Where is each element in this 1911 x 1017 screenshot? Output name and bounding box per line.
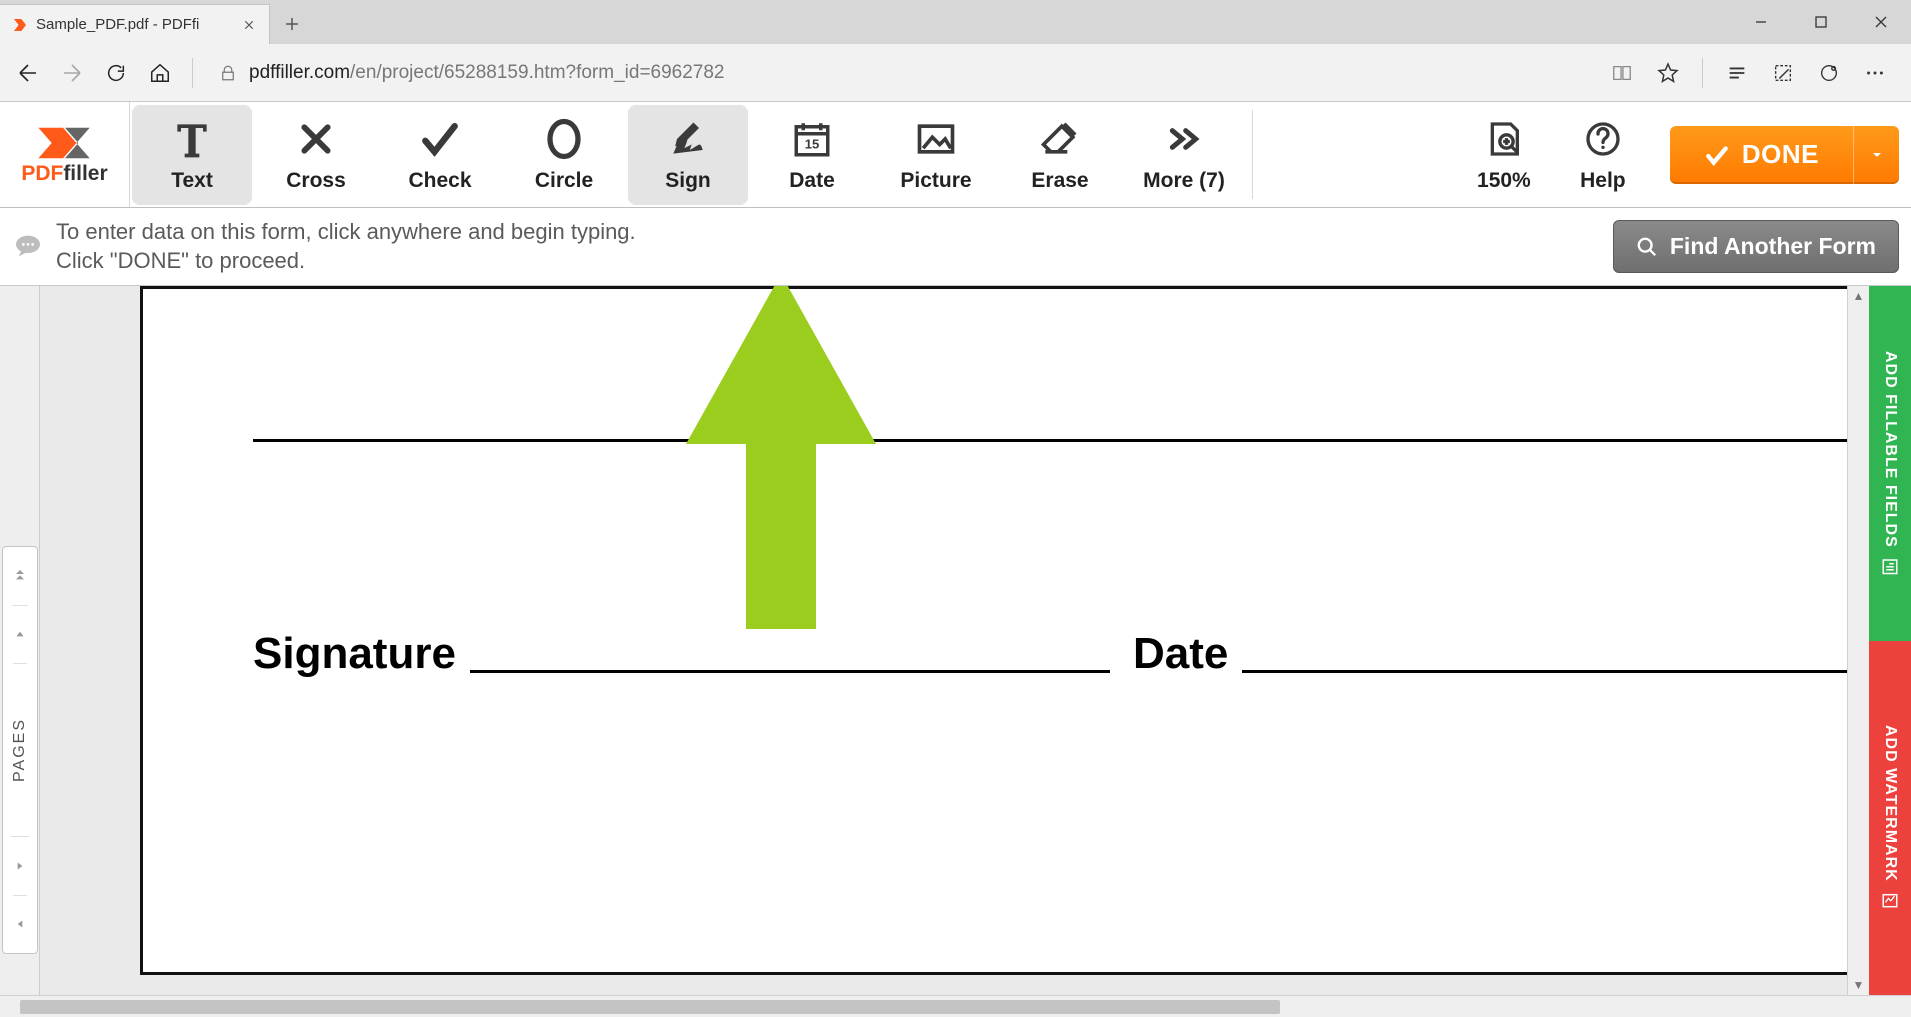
chat-bubble-icon: [0, 231, 56, 263]
tool-help[interactable]: Help: [1558, 105, 1648, 205]
logo-text: PDFfiller: [21, 162, 107, 186]
check-icon: [418, 117, 462, 161]
workspace: PAGES Signature: [0, 286, 1911, 995]
url-text: pdffiller.com/en/project/65288159.htm?fo…: [249, 62, 725, 84]
annotation-arrow: [686, 286, 876, 629]
nav-back-button[interactable]: [10, 55, 46, 91]
separator: [192, 58, 193, 88]
navbar-right: [1604, 55, 1901, 91]
nav-refresh-button[interactable]: [98, 55, 134, 91]
separator: [1702, 58, 1703, 88]
sign-icon: [666, 117, 710, 161]
scroll-up-icon[interactable]: ▲: [1848, 286, 1869, 306]
tool-erase[interactable]: Erase: [1000, 105, 1120, 205]
browser-window: Sample_PDF.pdf - PDFfi pdffiller.com/en/…: [0, 0, 1911, 1017]
help-icon: [1581, 117, 1625, 161]
pdffiller-app: PDFfiller Text Cross Check Circle: [0, 102, 1911, 1017]
tool-date[interactable]: 15 Date: [752, 105, 872, 205]
more-icon[interactable]: [1857, 55, 1893, 91]
browser-tab[interactable]: Sample_PDF.pdf - PDFfi: [0, 4, 270, 44]
nav-home-button[interactable]: [142, 55, 178, 91]
document-page[interactable]: Signature Date: [140, 286, 1847, 975]
svg-text:15: 15: [805, 136, 820, 151]
pages-rail: PAGES: [0, 286, 40, 995]
fillable-fields-icon: [1881, 558, 1899, 576]
tip-text: To enter data on this form, click anywhe…: [56, 208, 1601, 285]
signature-line[interactable]: [470, 670, 1110, 673]
tool-sign[interactable]: Sign: [628, 105, 748, 205]
date-label: Date: [1133, 629, 1228, 679]
cross-icon: [294, 117, 338, 161]
pages-expand-icon[interactable]: [13, 837, 27, 895]
erase-icon: [1038, 117, 1082, 161]
done-dropdown[interactable]: [1853, 126, 1899, 184]
side-rails: ADD FILLABLE FIELDS ADD WATERMARK: [1869, 286, 1911, 995]
hub-icon[interactable]: [1719, 55, 1755, 91]
lock-icon: [219, 64, 237, 82]
pages-first-icon[interactable]: [12, 547, 28, 605]
document-area[interactable]: Signature Date: [40, 286, 1847, 995]
tool-text[interactable]: Text: [132, 105, 252, 205]
share-icon[interactable]: [1811, 55, 1847, 91]
text-icon: [170, 117, 214, 161]
circle-icon: [542, 117, 586, 161]
tip-bar: To enter data on this form, click anywhe…: [0, 208, 1911, 286]
address-bar[interactable]: pdffiller.com/en/project/65288159.htm?fo…: [207, 62, 1596, 84]
watermark-icon: [1881, 892, 1899, 910]
watermark-label: ADD WATERMARK: [1881, 725, 1899, 882]
favorite-star-icon[interactable]: [1650, 55, 1686, 91]
browser-navbar: pdffiller.com/en/project/65288159.htm?fo…: [0, 44, 1911, 102]
check-icon: [1704, 142, 1730, 168]
tool-more[interactable]: More (7): [1124, 105, 1244, 205]
date-line[interactable]: [1242, 670, 1847, 673]
find-another-form-button[interactable]: Find Another Form: [1613, 220, 1899, 273]
fillable-fields-label: ADD FILLABLE FIELDS: [1881, 351, 1899, 548]
pages-navigator[interactable]: PAGES: [2, 546, 38, 954]
tool-picture[interactable]: Picture: [876, 105, 996, 205]
scroll-down-icon[interactable]: ▼: [1848, 975, 1869, 995]
caret-down-icon: [1869, 147, 1885, 163]
tool-check[interactable]: Check: [380, 105, 500, 205]
notes-icon[interactable]: [1765, 55, 1801, 91]
pages-prev-icon[interactable]: [13, 606, 27, 664]
more-chevrons-icon: [1162, 117, 1206, 161]
tool-circle[interactable]: Circle: [504, 105, 624, 205]
tab-title: Sample_PDF.pdf - PDFfi: [36, 16, 233, 33]
search-icon: [1636, 236, 1658, 258]
horizontal-rule: [253, 439, 1847, 442]
horizontal-scrollbar[interactable]: [0, 995, 1911, 1017]
tool-zoom[interactable]: 150%: [1454, 105, 1554, 205]
picture-icon: [914, 117, 958, 161]
tab-strip: Sample_PDF.pdf - PDFfi: [0, 0, 1911, 44]
pages-collapse-icon[interactable]: [13, 896, 27, 953]
window-close-button[interactable]: [1851, 0, 1911, 44]
tab-close-icon[interactable]: [241, 17, 257, 33]
editor-toolbar: PDFfiller Text Cross Check Circle: [0, 102, 1911, 208]
reading-view-icon[interactable]: [1604, 55, 1640, 91]
window-controls: [1731, 0, 1911, 44]
done-button[interactable]: DONE: [1670, 126, 1899, 184]
pdffiller-logo[interactable]: PDFfiller: [0, 102, 130, 207]
logo-mark-icon: [36, 124, 94, 162]
tool-cross[interactable]: Cross: [256, 105, 376, 205]
new-tab-button[interactable]: [270, 4, 314, 44]
pdffiller-favicon: [12, 17, 28, 33]
done-label: DONE: [1742, 139, 1819, 170]
separator: [1252, 110, 1253, 199]
add-watermark-button[interactable]: ADD WATERMARK: [1869, 641, 1911, 995]
window-minimize-button[interactable]: [1731, 0, 1791, 44]
scrollbar-thumb[interactable]: [20, 1000, 1280, 1014]
calendar-icon: 15: [790, 117, 834, 161]
signature-label: Signature: [253, 629, 456, 679]
pages-label: PAGES: [11, 718, 29, 782]
nav-forward-button[interactable]: [54, 55, 90, 91]
find-another-label: Find Another Form: [1670, 233, 1876, 260]
add-fillable-fields-button[interactable]: ADD FILLABLE FIELDS: [1869, 286, 1911, 640]
window-maximize-button[interactable]: [1791, 0, 1851, 44]
zoom-icon: [1482, 117, 1526, 161]
vertical-scrollbar[interactable]: ▲ ▼: [1847, 286, 1869, 995]
